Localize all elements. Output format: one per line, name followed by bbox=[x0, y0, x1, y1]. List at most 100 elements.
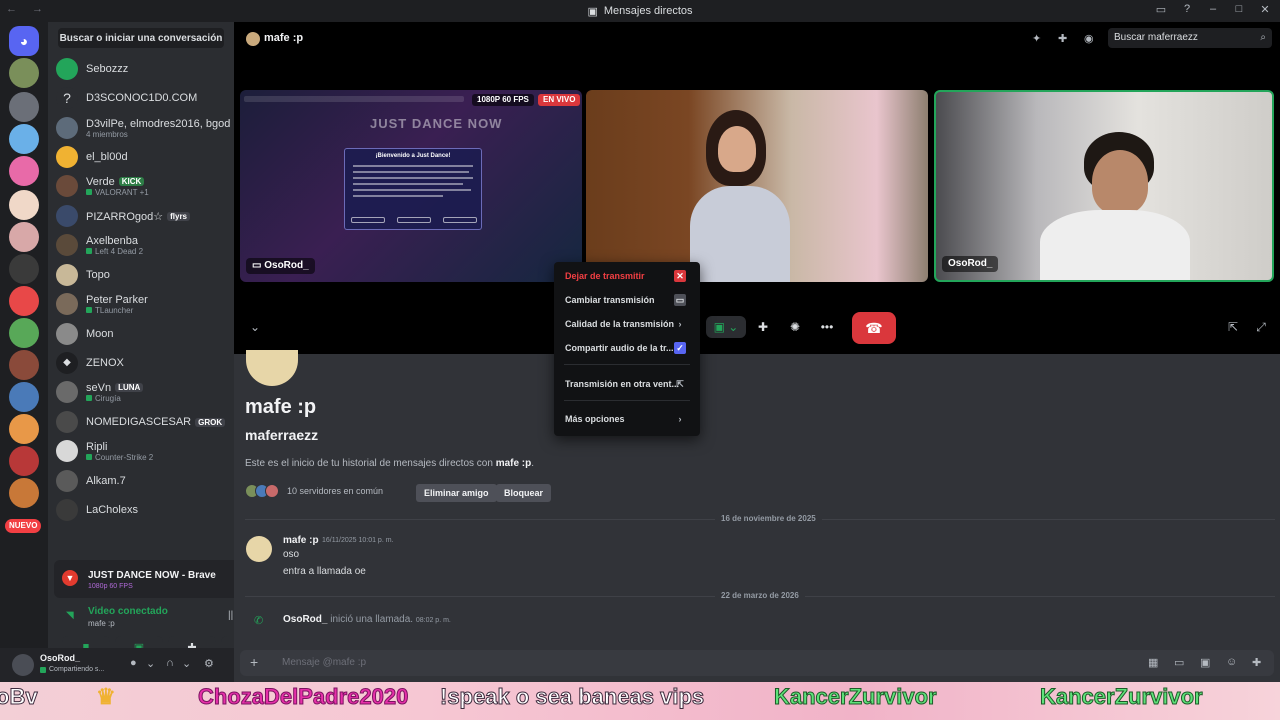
dm-item[interactable]: Verde KICK VALORANT +1 bbox=[56, 173, 232, 199]
server-icon[interactable] bbox=[9, 254, 39, 284]
server-icon[interactable] bbox=[9, 92, 39, 122]
user-avatar[interactable] bbox=[12, 654, 34, 676]
server-icon[interactable] bbox=[9, 318, 39, 348]
message-avatar[interactable] bbox=[246, 536, 272, 562]
server-icon[interactable] bbox=[9, 478, 39, 508]
dm-item[interactable]: Alkam.7 bbox=[56, 468, 232, 494]
server-icon[interactable] bbox=[9, 190, 39, 220]
overlay-username: KancerZurvivor bbox=[1040, 684, 1204, 710]
menu-item-more-options[interactable]: Más opciones › bbox=[560, 409, 694, 429]
inbox-icon[interactable]: ▭ bbox=[1154, 3, 1168, 16]
activities-icon[interactable]: ✚ bbox=[750, 316, 776, 338]
dm-item[interactable]: Ripli Counter-Strike 2 bbox=[56, 438, 232, 464]
profile-icon[interactable]: ◉ bbox=[1084, 32, 1094, 45]
game-dialog: ¡Bienvenido a Just Dance! bbox=[344, 148, 482, 230]
server-icon[interactable] bbox=[9, 58, 39, 88]
discord-home-icon[interactable]: ◕ bbox=[9, 26, 39, 56]
server-icon[interactable] bbox=[9, 156, 39, 186]
call-system-message: OsoRod_ inició una llamada. 08:02 p. m. bbox=[283, 614, 451, 625]
dm-item[interactable]: seVn LUNA Cirugía bbox=[56, 379, 232, 405]
microphone-icon[interactable]: ● bbox=[130, 657, 137, 669]
dm-item[interactable]: Sebozzz bbox=[56, 56, 232, 82]
server-icon[interactable] bbox=[9, 286, 39, 316]
dm-item[interactable]: D3vilPe, elmodres2016, bgod 4 miembros bbox=[56, 115, 232, 141]
camera-tile-speaking[interactable]: OsoRod_ bbox=[934, 90, 1274, 282]
headphones-icon[interactable]: ∩ bbox=[166, 657, 174, 669]
server-icon[interactable] bbox=[9, 414, 39, 444]
collapse-chevron-icon[interactable]: ⌄ bbox=[242, 316, 268, 338]
settings-gear-icon[interactable]: ⚙ bbox=[204, 657, 214, 670]
new-badge[interactable]: NUEVO bbox=[5, 519, 42, 533]
mutual-servers[interactable]: 10 servidores en común bbox=[245, 484, 383, 498]
pop-out-icon[interactable]: ⇱ bbox=[1220, 316, 1246, 338]
dialog-button bbox=[443, 217, 477, 223]
dialog-text bbox=[353, 189, 471, 191]
dm-item[interactable]: Peter Parker TLauncher bbox=[56, 291, 232, 317]
sticker-icon[interactable]: ▣ bbox=[1200, 656, 1210, 669]
gif-icon[interactable]: ▭ bbox=[1174, 656, 1184, 669]
overlay-username: ChozaDelPadre2020 bbox=[197, 684, 409, 710]
menu-item-popout-stream[interactable]: Transmisión en otra vent... ⇱ bbox=[560, 374, 694, 394]
server-icon[interactable] bbox=[9, 446, 39, 476]
maximize-icon[interactable]: □ bbox=[1232, 3, 1246, 16]
apps-icon[interactable]: ✚ bbox=[1252, 656, 1261, 669]
menu-item-share-audio[interactable]: Compartir audio de la tr... ✓ bbox=[560, 338, 694, 358]
dm-item[interactable]: PIZARROgod☆ flyrs bbox=[56, 203, 232, 229]
gift-icon[interactable]: ▦ bbox=[1148, 656, 1158, 669]
dm-item[interactable]: Axelbenba Left 4 Dead 2 bbox=[56, 232, 232, 258]
add-friends-icon[interactable]: ✚ bbox=[1058, 32, 1067, 45]
profile-avatar[interactable] bbox=[246, 350, 298, 386]
server-icon[interactable] bbox=[9, 350, 39, 380]
camera-tile[interactable] bbox=[586, 90, 928, 282]
screen-share-tile[interactable]: 1080P 60 FPS EN VIVO JUST DANCE NOW ¡Bie… bbox=[240, 90, 582, 282]
luna-badge: LUNA bbox=[115, 383, 144, 392]
dm-item[interactable]: ◆ ZENOX bbox=[56, 350, 232, 376]
dm-search-button[interactable]: Buscar o iniciar una conversación bbox=[58, 28, 224, 48]
server-icon bbox=[265, 484, 279, 498]
menu-item-stop-stream[interactable]: Dejar de transmitir ✕ bbox=[560, 266, 694, 286]
dm-item[interactable]: NOMEDIGASCESAR GROK bbox=[56, 409, 232, 435]
screen-share-toggle[interactable]: ▣ ⌄ bbox=[706, 316, 746, 338]
chevron-down-icon[interactable]: ⌄ bbox=[146, 657, 155, 670]
more-options-icon[interactable]: ••• bbox=[814, 316, 840, 338]
fullscreen-icon[interactable]: ⤢ bbox=[1248, 316, 1274, 338]
chevron-down-icon[interactable]: ⌄ bbox=[182, 657, 191, 670]
dm-item[interactable]: Topo bbox=[56, 262, 232, 288]
dialog-text bbox=[353, 177, 473, 179]
dm-item[interactable]: ? D3SCONOC1D0.COM bbox=[56, 85, 232, 111]
pin-icon[interactable]: ✦ bbox=[1032, 32, 1041, 45]
add-attachment-icon[interactable]: + bbox=[250, 654, 258, 670]
avatar bbox=[56, 323, 78, 345]
stream-context-menu: Dejar de transmitir ✕ Cambiar transmisió… bbox=[554, 262, 700, 436]
server-icon[interactable] bbox=[9, 124, 39, 154]
minimize-icon[interactable]: – bbox=[1206, 3, 1220, 16]
avatar bbox=[56, 234, 78, 256]
message-composer[interactable]: + Mensaje @mafe :p ▦ ▭ ▣ ☺ ✚ bbox=[240, 650, 1274, 676]
block-button[interactable]: Bloquear bbox=[496, 484, 552, 502]
emoji-icon[interactable]: ☺ bbox=[1226, 656, 1237, 668]
header-search-input[interactable]: Buscar maferraezz ⌕ bbox=[1108, 28, 1272, 48]
menu-item-change-stream[interactable]: Cambiar transmisión ▭ bbox=[560, 290, 694, 310]
end-call-button[interactable]: ☎ bbox=[852, 312, 896, 344]
message-author[interactable]: mafe :p bbox=[283, 535, 319, 546]
checkbox-checked-icon[interactable]: ✓ bbox=[674, 342, 686, 354]
history-nav[interactable]: ← → bbox=[6, 3, 49, 15]
game-icon bbox=[86, 189, 92, 195]
dm-name: NOMEDIGASCESAR bbox=[86, 416, 192, 428]
menu-item-stream-quality[interactable]: Calidad de la transmisión › bbox=[560, 314, 694, 334]
dm-item[interactable]: LaCholexs bbox=[56, 497, 232, 523]
server-icon[interactable] bbox=[9, 222, 39, 252]
call-author[interactable]: OsoRod_ bbox=[283, 614, 327, 625]
dm-item[interactable]: el_bl00d bbox=[56, 144, 232, 170]
user-panel: OsoRod_ Compartiendo s... ● ⌄ ∩ ⌄ ⚙ bbox=[0, 648, 234, 682]
voice-status[interactable]: Video conectado bbox=[88, 606, 168, 617]
game-icon bbox=[86, 307, 92, 313]
sharing-icon bbox=[40, 666, 46, 673]
close-icon[interactable]: ✕ bbox=[1258, 3, 1272, 16]
server-icon[interactable] bbox=[9, 382, 39, 412]
remove-friend-button[interactable]: Eliminar amigo bbox=[416, 484, 497, 502]
help-icon[interactable]: ? bbox=[1180, 3, 1194, 16]
soundboard-icon[interactable]: ✺ bbox=[782, 316, 808, 338]
dm-item[interactable]: Moon bbox=[56, 321, 232, 347]
tile-name-tag: OsoRod_ bbox=[942, 256, 999, 272]
